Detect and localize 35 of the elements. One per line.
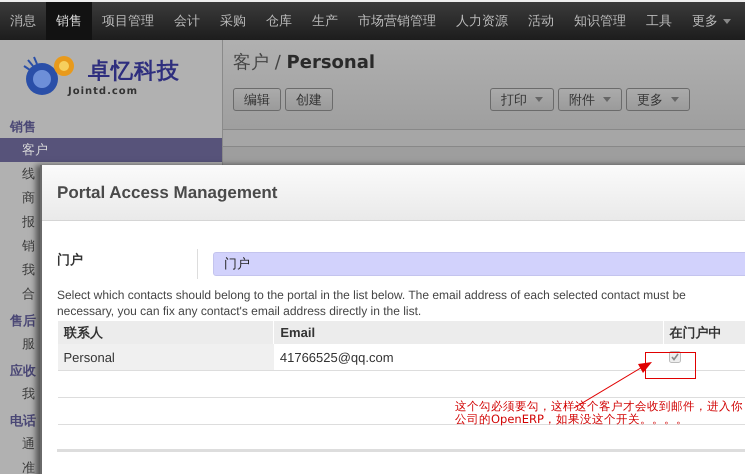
portal-field[interactable]: 门户 [213, 252, 745, 276]
menu-item[interactable]: 更多 [682, 2, 741, 40]
menu-item[interactable]: 消息 [0, 2, 46, 40]
dialog-title: Portal Access Management [57, 182, 278, 202]
toolbar-button[interactable]: 编辑 [233, 88, 281, 111]
sidebar-section: 销售 [10, 120, 36, 135]
column-header: 在门户中 [663, 321, 745, 344]
sidebar-item[interactable]: 客户 [0, 138, 222, 162]
column-header: 联系人 [58, 321, 274, 344]
logo-domain: Jointd.com [68, 86, 140, 96]
dropdown-button[interactable]: 更多 [626, 88, 690, 111]
sidebar-section: 应收 [10, 364, 36, 379]
menu-item[interactable]: 项目管理 [92, 2, 164, 40]
menu-item[interactable]: 生产 [302, 2, 348, 40]
menu-item[interactable]: 市场营销管理 [348, 2, 446, 40]
menu-item[interactable]: 会计 [164, 2, 210, 40]
table-cell: Personal [58, 344, 274, 370]
breadcrumb: 客户 / Personal [233, 51, 376, 74]
column-header: Email [274, 321, 663, 344]
sidebar-section: 售后 [10, 314, 36, 329]
menu-item[interactable]: 人力资源 [446, 2, 518, 40]
field-label: 门户 [57, 252, 84, 270]
toolbar-button[interactable]: 创建 [285, 88, 333, 111]
sidebar-section: 电话 [10, 414, 36, 429]
menu-item[interactable]: 工具 [636, 2, 682, 40]
menu-item[interactable]: 采购 [210, 2, 256, 40]
description-text: Select which contacts should belong to the portal in the list below. The email address of each selected contact must be necessary, you can fix any contact's email address directly in the list. [57, 287, 687, 319]
menu-item[interactable]: 销售 [46, 2, 92, 40]
dropdown-button[interactable]: 附件 [558, 88, 622, 111]
dropdown-button[interactable]: 打印 [490, 88, 554, 111]
menu-item[interactable]: 仓库 [256, 2, 302, 40]
logo-text: 卓忆科技 [88, 56, 180, 86]
annotation-text: 这个勾必须要勾，这样这个客户才会收到邮件，进入你 公司的OpenERP，如果没这个开关。。。。 [455, 400, 743, 426]
menu-item[interactable]: 知识管理 [564, 2, 636, 40]
menu-item[interactable]: 活动 [518, 2, 564, 40]
